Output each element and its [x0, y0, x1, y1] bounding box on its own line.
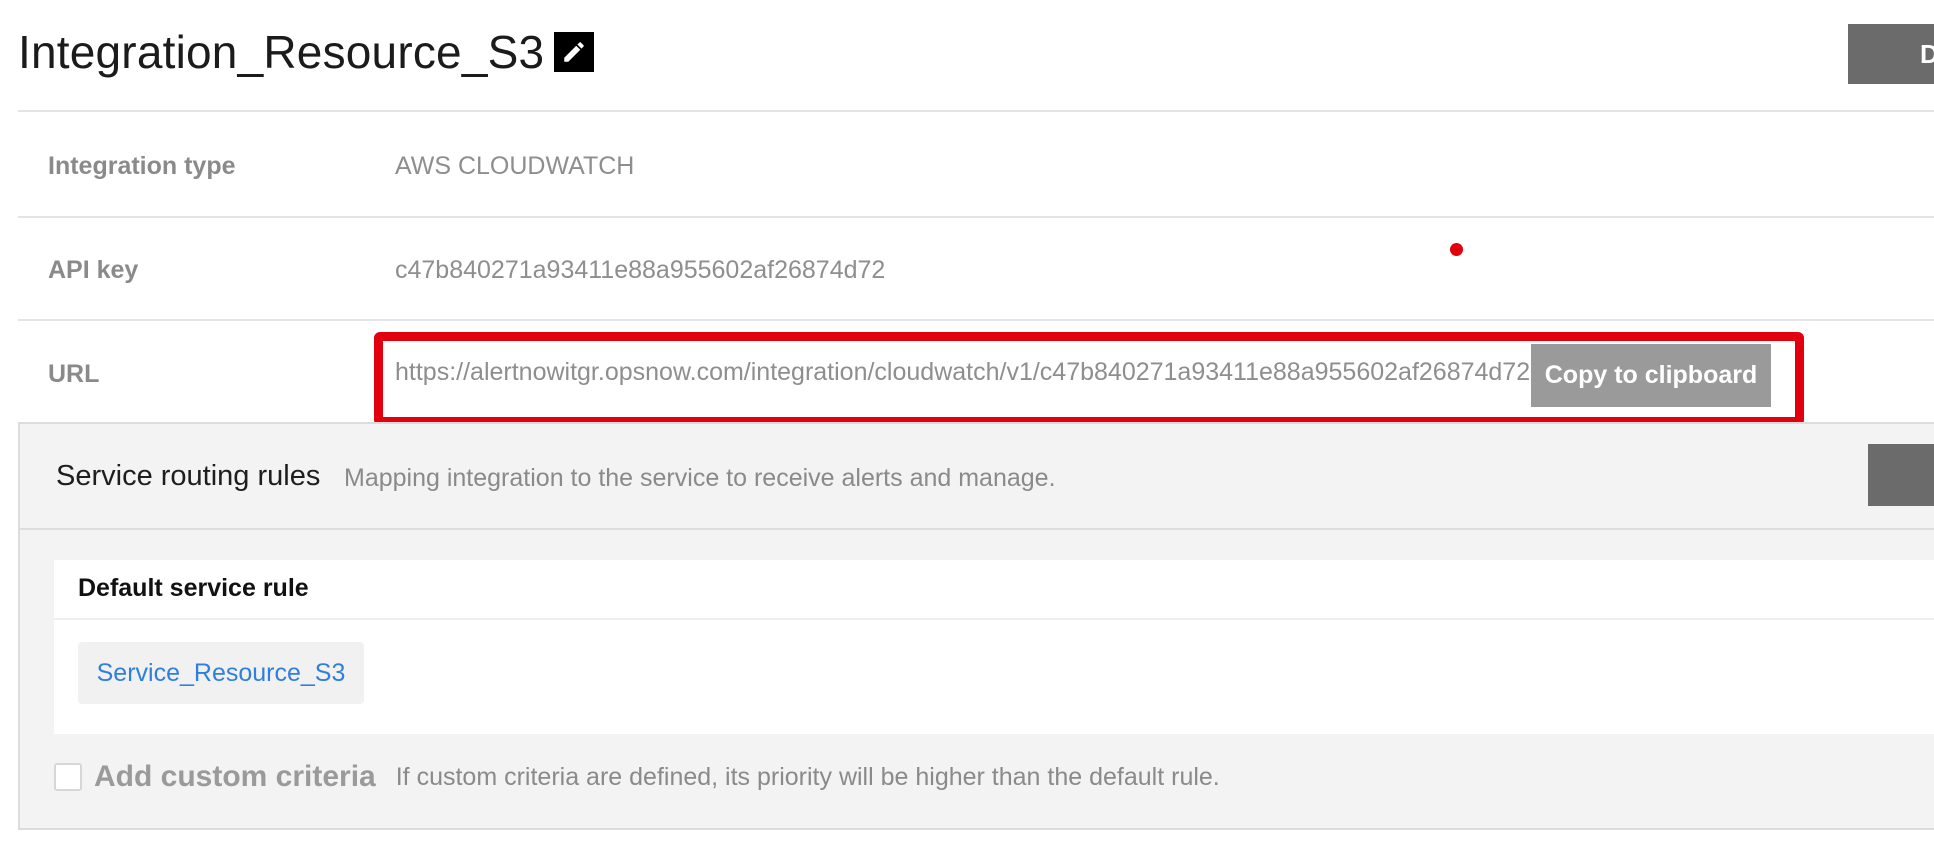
integration-type-label: Integration type: [48, 152, 236, 180]
annotation-dot: [1450, 243, 1463, 256]
url-label: URL: [48, 360, 100, 388]
service-link[interactable]: Service_Resource_S3: [78, 642, 364, 704]
api-key-label: API key: [48, 256, 139, 284]
divider: [18, 216, 1934, 218]
service-routing-panel: Service routing rules Mapping integratio…: [18, 422, 1934, 830]
routing-description: Mapping integration to the service to re…: [344, 464, 1056, 492]
integration-detail-page: Integration_Resource_S3 D Integration ty…: [0, 0, 1934, 864]
title-row: Integration_Resource_S3: [18, 20, 595, 84]
custom-criteria-label[interactable]: Add custom criteria: [94, 760, 376, 794]
integration-type-value: AWS CLOUDWATCH: [395, 152, 635, 180]
custom-criteria-row: Add custom criteria If custom criteria a…: [54, 760, 1220, 794]
api-key-value: c47b840271a93411e88a955602af26874d72: [395, 256, 886, 284]
routing-action-button[interactable]: [1868, 444, 1934, 506]
page-title: Integration_Resource_S3: [18, 26, 545, 78]
top-right-action-button[interactable]: D: [1848, 24, 1934, 84]
divider: [54, 618, 1934, 620]
url-value: https://alertnowitgr.opsnow.com/integrat…: [395, 358, 1531, 386]
divider: [18, 319, 1934, 321]
divider: [18, 110, 1934, 112]
pencil-icon[interactable]: [554, 32, 595, 72]
default-service-rule-card: Default service rule Service_Resource_S3: [54, 560, 1934, 734]
pencil-icon-glyph: [564, 42, 585, 62]
routing-title: Service routing rules: [56, 460, 321, 492]
custom-criteria-description: If custom criteria are defined, its prio…: [395, 762, 1220, 791]
custom-criteria-checkbox[interactable]: [54, 763, 82, 791]
copy-to-clipboard-button[interactable]: Copy to clipboard: [1531, 344, 1771, 407]
divider: [20, 528, 1934, 530]
default-rule-title: Default service rule: [78, 574, 309, 602]
